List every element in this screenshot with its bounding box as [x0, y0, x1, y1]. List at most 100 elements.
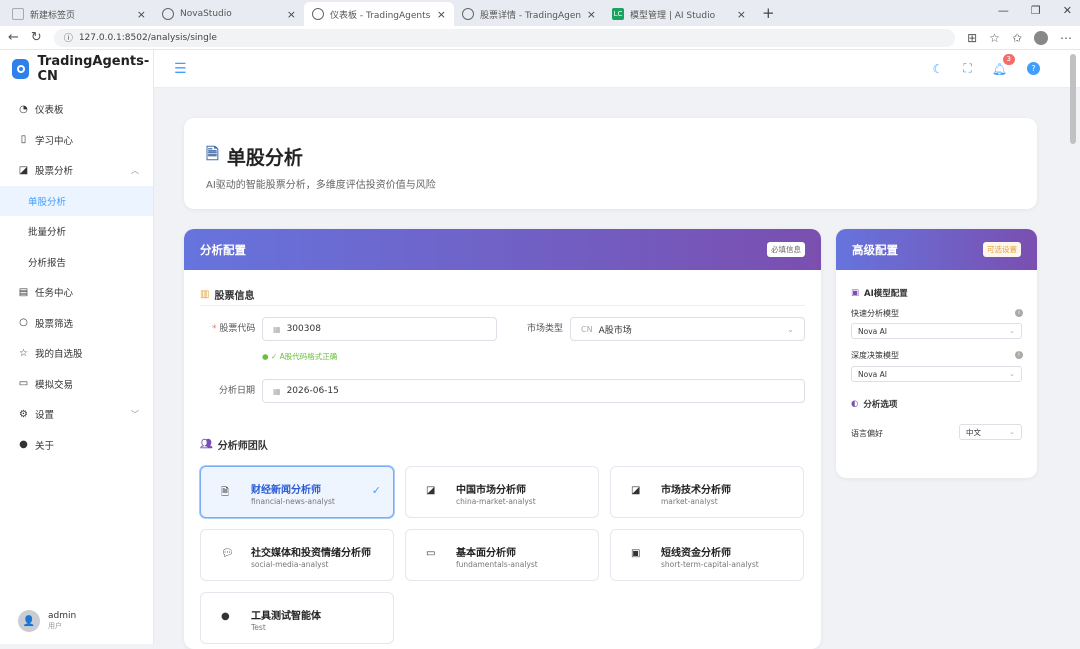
tab-title: NovaStudio — [180, 9, 232, 19]
user-profile[interactable]: 👤 admin 用户 — [18, 610, 76, 632]
analyst-id: market-analyst — [661, 497, 718, 506]
scrollbar[interactable] — [1070, 54, 1076, 144]
grid-icon: ▦ — [273, 324, 281, 334]
notification-bell-icon[interactable]: 🔔︎ 3 — [992, 53, 1015, 76]
close-icon[interactable]: × — [287, 8, 296, 21]
info-icon[interactable]: i — [1015, 351, 1023, 359]
card-title: 高级配置 — [852, 242, 898, 257]
sidebar-item-batch-analysis[interactable]: 批量分析 — [0, 216, 153, 247]
avatar: 👤 — [18, 610, 40, 632]
sidebar-menu: ◔ 仪表板 ▯ 学习中心 ◪ 股票分析 ︿ 单股分析 批量分析 分析报告 ▤ 任务中心 ○… — [0, 94, 153, 460]
language-label: 语言偏好 — [851, 429, 883, 438]
browser-tab-2[interactable]: 仪表板 - TradingAgents-CN × — [304, 2, 454, 26]
card-icon: ▭ — [18, 378, 29, 390]
book-icon: ▯ — [20, 134, 27, 146]
sidebar-item-single-analysis[interactable]: 单股分析 — [0, 185, 153, 216]
bookmark-star-icon[interactable]: ☆ — [989, 31, 1000, 45]
sidebar-item-reports[interactable]: 分析报告 — [0, 247, 153, 278]
browser-tab-4[interactable]: LC 模型管理 | AI Studio × — [604, 2, 754, 26]
optional-tag: 可选设置 — [983, 242, 1021, 257]
sidebar-item-about[interactable]: ● 关于 — [0, 430, 153, 461]
trend-icon: ◪ — [631, 485, 641, 496]
info-icon[interactable]: i — [1015, 309, 1023, 317]
stock-code-input[interactable]: ▦ 300308 — [262, 317, 497, 341]
chevron-down-icon: ⌄ — [787, 324, 794, 334]
analysis-options-section: ◐ 分析选项 — [851, 398, 897, 410]
minimize-icon[interactable]: — — [998, 4, 1009, 17]
close-icon[interactable]: × — [737, 8, 746, 21]
deep-model-select[interactable]: Nova AI ⌄ — [851, 366, 1022, 382]
profile-avatar[interactable] — [1034, 30, 1048, 45]
analyst-card-fundamentals[interactable]: ▭ 基本面分析师 fundamentals-analyst — [405, 529, 599, 581]
sidebar-item-label: 批量分析 — [28, 227, 67, 239]
language-select[interactable]: 中文 ⌄ — [959, 424, 1022, 440]
analyst-id: Test — [251, 623, 266, 632]
analyst-card-market-tech[interactable]: ◪ 市场技术分析师 market-analyst — [610, 466, 804, 518]
browser-tab-1[interactable]: NovaStudio × — [154, 2, 304, 26]
document-icon: 🗎 — [206, 144, 219, 163]
stock-code-label: * 股票代码 — [212, 324, 256, 334]
close-icon[interactable]: × — [587, 8, 596, 21]
reload-icon[interactable]: ↻ — [31, 30, 42, 45]
sidebar-item-label: 股票筛选 — [35, 318, 74, 330]
analyst-card-short-term-capital[interactable]: ▣ 短线资金分析师 short-term-capital-analyst — [610, 529, 804, 581]
tab-title: 新建标签页 — [30, 10, 76, 21]
app-logo[interactable]: TradingAgents-CN — [0, 50, 153, 88]
sidebar-item-stock-analysis[interactable]: ◪ 股票分析 ︿ — [0, 155, 153, 186]
sidebar-item-screener[interactable]: ○ 股票筛选 — [0, 308, 153, 339]
main-content: ☰ ☾ ⛶ 🔔︎ 3 ? 🗎 单股分析 AI驱动的智能股票分析，多维度评估投资价值与… — [154, 50, 1080, 649]
sidebar-item-settings[interactable]: ⚙ 设置 ﹀ — [0, 399, 153, 430]
analysis-date-input[interactable]: ▦ 2026-06-15 — [262, 379, 805, 403]
new-tab-button[interactable]: + — [754, 4, 783, 26]
dark-mode-icon[interactable]: ☾ — [933, 62, 944, 76]
more-icon[interactable]: ⋯ — [1060, 31, 1072, 45]
sidebar-item-sim-trading[interactable]: ▭ 模拟交易 — [0, 369, 153, 400]
analyst-id: china-market-analyst — [456, 497, 536, 506]
site-info-icon[interactable]: ⓘ — [64, 31, 73, 44]
market-type-value: A股市场 — [598, 325, 632, 336]
url-field[interactable]: ⓘ 127.0.0.1:8502/analysis/single — [53, 28, 956, 47]
browser-tab-0[interactable]: 新建标签页 × — [4, 2, 154, 26]
sidebar-item-learning[interactable]: ▯ 学习中心 — [0, 125, 153, 156]
page-subtitle: AI驱动的智能股票分析，多维度评估投资价值与风险 — [206, 180, 436, 191]
close-window-icon[interactable]: ✕ — [1063, 4, 1072, 17]
help-icon[interactable]: ? — [1027, 62, 1040, 75]
sidebar: TradingAgents-CN ◔ 仪表板 ▯ 学习中心 ◪ 股票分析 ︿ 单股分析 … — [0, 50, 154, 644]
quick-model-value: Nova AI — [858, 326, 887, 336]
team-icon: 👥︎ — [200, 439, 213, 450]
fullscreen-icon[interactable]: ⛶ — [963, 61, 971, 76]
menu-toggle-icon[interactable]: ☰ — [174, 61, 187, 77]
url-text: 127.0.0.1:8502/analysis/single — [78, 32, 217, 43]
sidebar-item-watchlist[interactable]: ☆ 我的自选股 — [0, 338, 153, 369]
browser-tab-3[interactable]: 股票详情 - TradingAgents-CN × — [454, 2, 604, 26]
analyst-card-china-market[interactable]: ◪ 中国市场分析师 china-market-analyst — [405, 466, 599, 518]
close-icon[interactable]: × — [437, 8, 446, 21]
sidebar-item-tasks[interactable]: ▤ 任务中心 — [0, 277, 153, 308]
wallet-icon: ▣ — [631, 548, 641, 559]
tab-title: 仪表板 - TradingAgents-CN — [330, 10, 431, 21]
sidebar-item-dashboard[interactable]: ◔ 仪表板 — [0, 94, 153, 125]
analyst-card-financial-news[interactable]: 🗎 财经新闻分析师 financial-news-analyst ✓ — [200, 466, 394, 518]
market-prefix: CN — [581, 324, 593, 334]
favorites-icon[interactable]: ✩ — [1012, 31, 1022, 45]
sidebar-item-label: 关于 — [35, 440, 55, 452]
quick-model-select[interactable]: Nova AI ⌄ — [851, 323, 1022, 339]
market-type-select[interactable]: CN A股市场 ⌄ — [570, 317, 805, 341]
gear-icon: ⚙ — [19, 408, 28, 420]
analyst-card-tool-test[interactable]: ● 工具测试智能体 Test — [200, 592, 394, 644]
restore-icon[interactable]: ❐ — [1031, 4, 1041, 17]
analyst-card-social-media[interactable]: 💬︎ 社交媒体和投资情绪分析师 social-media-analyst — [200, 529, 394, 581]
deep-model-value: Nova AI — [858, 369, 887, 379]
apps-icon[interactable]: ⊞ — [967, 31, 977, 45]
page-title: 单股分析 — [226, 147, 303, 169]
star-icon: ☆ — [19, 347, 28, 359]
card-title: 分析配置 — [200, 242, 246, 257]
back-icon[interactable]: ← — [8, 30, 19, 45]
close-icon[interactable]: × — [137, 8, 146, 21]
section-title: AI模型配置 — [864, 289, 908, 299]
sidebar-item-label: 仪表板 — [35, 105, 64, 117]
advanced-config-card: 高级配置 可选设置 ▣ AI模型配置 快速分析模型 i Nova AI ⌄ 深度决策模… — [836, 229, 1037, 478]
app-name: TradingAgents-CN — [37, 54, 150, 84]
notification-badge: 3 — [1002, 53, 1015, 65]
info-icon: ● — [19, 439, 28, 451]
